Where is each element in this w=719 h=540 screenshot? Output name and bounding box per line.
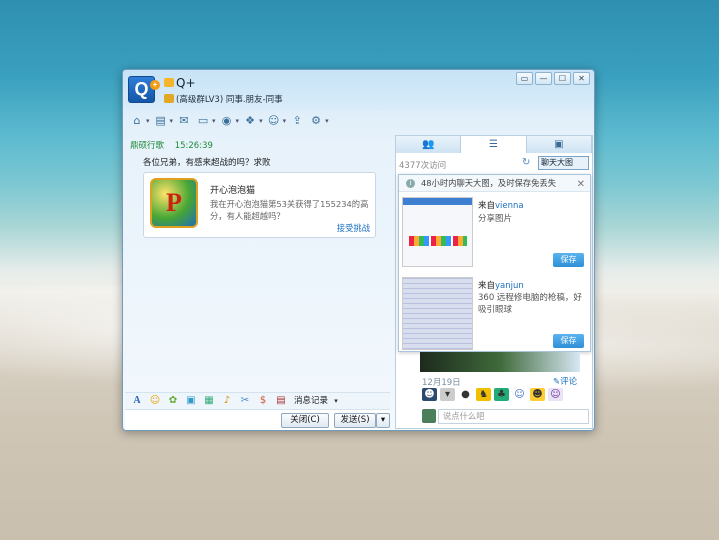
format-toolbar: A ☺ ✿ ▣ ▦ ♪ ✂ $ ▤ 消息记录 ▾	[125, 392, 390, 410]
app-icon: ❖	[245, 114, 255, 127]
calendar-icon[interactable]: ▤	[274, 394, 288, 408]
tab-list[interactable]: ☰	[461, 136, 527, 153]
post-date: 12月19日	[422, 378, 461, 388]
settings-icon: ⚙	[311, 114, 322, 127]
avatar[interactable]: ♣	[494, 388, 509, 401]
avatar[interactable]: ☻	[422, 388, 437, 401]
screen-button[interactable]: ▭ ▾	[195, 113, 216, 129]
level-crown-icon	[164, 94, 174, 103]
close-icon[interactable]: ✕	[577, 176, 585, 193]
image-source: 来自yanjun	[478, 281, 524, 291]
chat-panel: 鼎硕行歌 15:26:39 各位兄弟，有感来超战的吗？求败 P 开心泡泡猫 我在…	[125, 136, 390, 430]
window-controls: ▭ — ☐ ✕	[516, 72, 590, 85]
app-logo-icon[interactable]: Q +	[128, 76, 160, 103]
image-source: 来自vienna	[478, 201, 524, 211]
album-photo[interactable]	[420, 352, 580, 372]
group-icon	[164, 78, 174, 87]
folder-icon: ▤	[155, 114, 166, 127]
sender-name[interactable]: 鼎硕行歌	[130, 141, 164, 151]
avatar[interactable]: ☻	[530, 388, 545, 401]
share-icon: ⇪	[292, 114, 302, 127]
video-icon: ◉	[221, 114, 232, 127]
home-button[interactable]: ⌂ ▾	[129, 113, 150, 129]
message-time: 15:26:39	[174, 141, 213, 151]
comment-input[interactable]: 说点什么吧	[438, 409, 589, 424]
picture-icon[interactable]: ▦	[202, 394, 216, 408]
sticker-icon[interactable]: ✿	[166, 394, 180, 408]
game-description: 我在开心泡泡猫第53关获得了155234的高分，有人能超越吗？	[210, 199, 369, 221]
title-bar[interactable]: Q + Q+ (高级群LV3) 同事.朋友-同事 ▭ — ☐ ✕	[123, 70, 594, 110]
files-button[interactable]: ▤ ▾	[153, 113, 173, 129]
share-button[interactable]: ⇪	[289, 113, 305, 129]
message-header: 鼎硕行歌 15:26:39	[130, 139, 213, 151]
emoji-icon[interactable]: ☺	[148, 394, 162, 408]
group-chat-window[interactable]: Q + Q+ (高级群LV3) 同事.朋友-同事 ▭ — ☐ ✕ ⌂ ▾ ▤ ▾ ✉…	[122, 69, 595, 431]
source-user-link[interactable]: yanjun	[495, 281, 524, 291]
tab-members[interactable]: 👥	[396, 136, 462, 153]
font-icon[interactable]: A	[130, 394, 144, 408]
history-button[interactable]: 消息记录	[294, 394, 328, 408]
toolbar: ⌂ ▾ ▤ ▾ ✉ ▭ ▾ ◉ ▾ ❖ ▾ ☺ ▾ ⇪ ⚙ ▾	[129, 111, 329, 131]
close-window-button[interactable]: ✕	[573, 72, 590, 85]
video-button[interactable]: ◉ ▾	[219, 113, 239, 129]
music-icon[interactable]: ♪	[220, 394, 234, 408]
home-icon: ⌂	[133, 114, 141, 127]
avatar[interactable]: ☺	[512, 388, 527, 401]
message-text: 各位兄弟，有感来超战的吗？求败	[143, 158, 271, 168]
send-button[interactable]: 发送(S)	[334, 413, 376, 428]
group-info: (高级群LV3) 同事.朋友-同事	[176, 95, 283, 105]
logo-letter: Q	[134, 79, 149, 99]
image-description: 分享图片	[478, 214, 513, 224]
popup-notice: i 48小时内聊天大图，及时保存免丢失 ✕	[399, 175, 590, 192]
big-chat-label: 聊天大图	[541, 158, 573, 167]
reaction-avatars: ☻ ▾ ● ♞ ♣ ☺ ☻ ☺	[422, 388, 563, 401]
person-button[interactable]: ☺ ▾	[266, 113, 286, 129]
avatar[interactable]: ♞	[476, 388, 491, 401]
game-icon[interactable]: P	[150, 178, 198, 228]
refresh-icon[interactable]: ↻	[522, 157, 530, 168]
save-button[interactable]: 保存	[553, 253, 584, 267]
side-panel: 👥 ☰ ▣ 4377次访问 ↻ 聊天大图 i 48小时内聊天大图，及时保存免丢失…	[395, 135, 593, 429]
chat-icon: ✉	[179, 114, 189, 127]
restore-button[interactable]: ▭	[516, 72, 533, 85]
minimize-button[interactable]: —	[535, 72, 552, 85]
comment-link[interactable]: ✎评论	[553, 375, 577, 387]
save-button[interactable]: 保存	[553, 334, 584, 348]
source-user-link[interactable]: vienna	[495, 201, 524, 211]
game-title[interactable]: 开心泡泡猫	[210, 183, 255, 196]
avatar[interactable]: ☺	[548, 388, 563, 401]
notice-text: 48小时内聊天大图，及时保存免丢失	[421, 178, 557, 188]
settings-button[interactable]: ⚙ ▾	[308, 113, 328, 129]
big-chat-image-button[interactable]: 聊天大图	[538, 156, 589, 170]
window-title: Q+	[176, 76, 196, 90]
visit-count: 4377次访问	[399, 161, 447, 171]
screen-icon: ▭	[197, 114, 209, 127]
maximize-button[interactable]: ☐	[554, 72, 571, 85]
red-packet-icon[interactable]: $	[256, 394, 270, 408]
accept-challenge-link[interactable]: 接受挑战	[337, 222, 370, 234]
image-description: 360 远程修电脑的枪稿，好吸引眼球	[478, 293, 582, 315]
person-icon: ☺	[267, 114, 280, 127]
game-share-card[interactable]: P 开心泡泡猫 我在开心泡泡猫第53关获得了155234的高分，有人能超越吗？ …	[143, 172, 376, 238]
avatar[interactable]: ▾	[440, 388, 455, 401]
chat-button[interactable]: ✉	[176, 113, 192, 129]
app-button[interactable]: ❖ ▾	[242, 113, 262, 129]
tab-album[interactable]: ▣	[527, 136, 592, 153]
screenshot-icon[interactable]: ✂	[238, 394, 252, 408]
avatar[interactable]: ●	[458, 388, 473, 401]
chat-images-popup: i 48小时内聊天大图，及时保存免丢失 ✕ 来自vienna 分享图片 保存 来…	[398, 174, 591, 352]
side-tabs: 👥 ☰ ▣	[396, 136, 592, 153]
history-dropdown-icon[interactable]: ▾	[332, 394, 340, 408]
shared-image-thumbnail[interactable]	[402, 197, 473, 267]
send-options-button[interactable]: ▾	[376, 413, 390, 428]
image-icon[interactable]: ▣	[184, 394, 198, 408]
logo-badge: +	[150, 80, 160, 90]
close-button[interactable]: 关闭(C)	[281, 413, 329, 428]
avatar	[422, 409, 436, 423]
shared-image-thumbnail[interactable]	[402, 277, 473, 350]
info-icon: i	[406, 179, 415, 188]
